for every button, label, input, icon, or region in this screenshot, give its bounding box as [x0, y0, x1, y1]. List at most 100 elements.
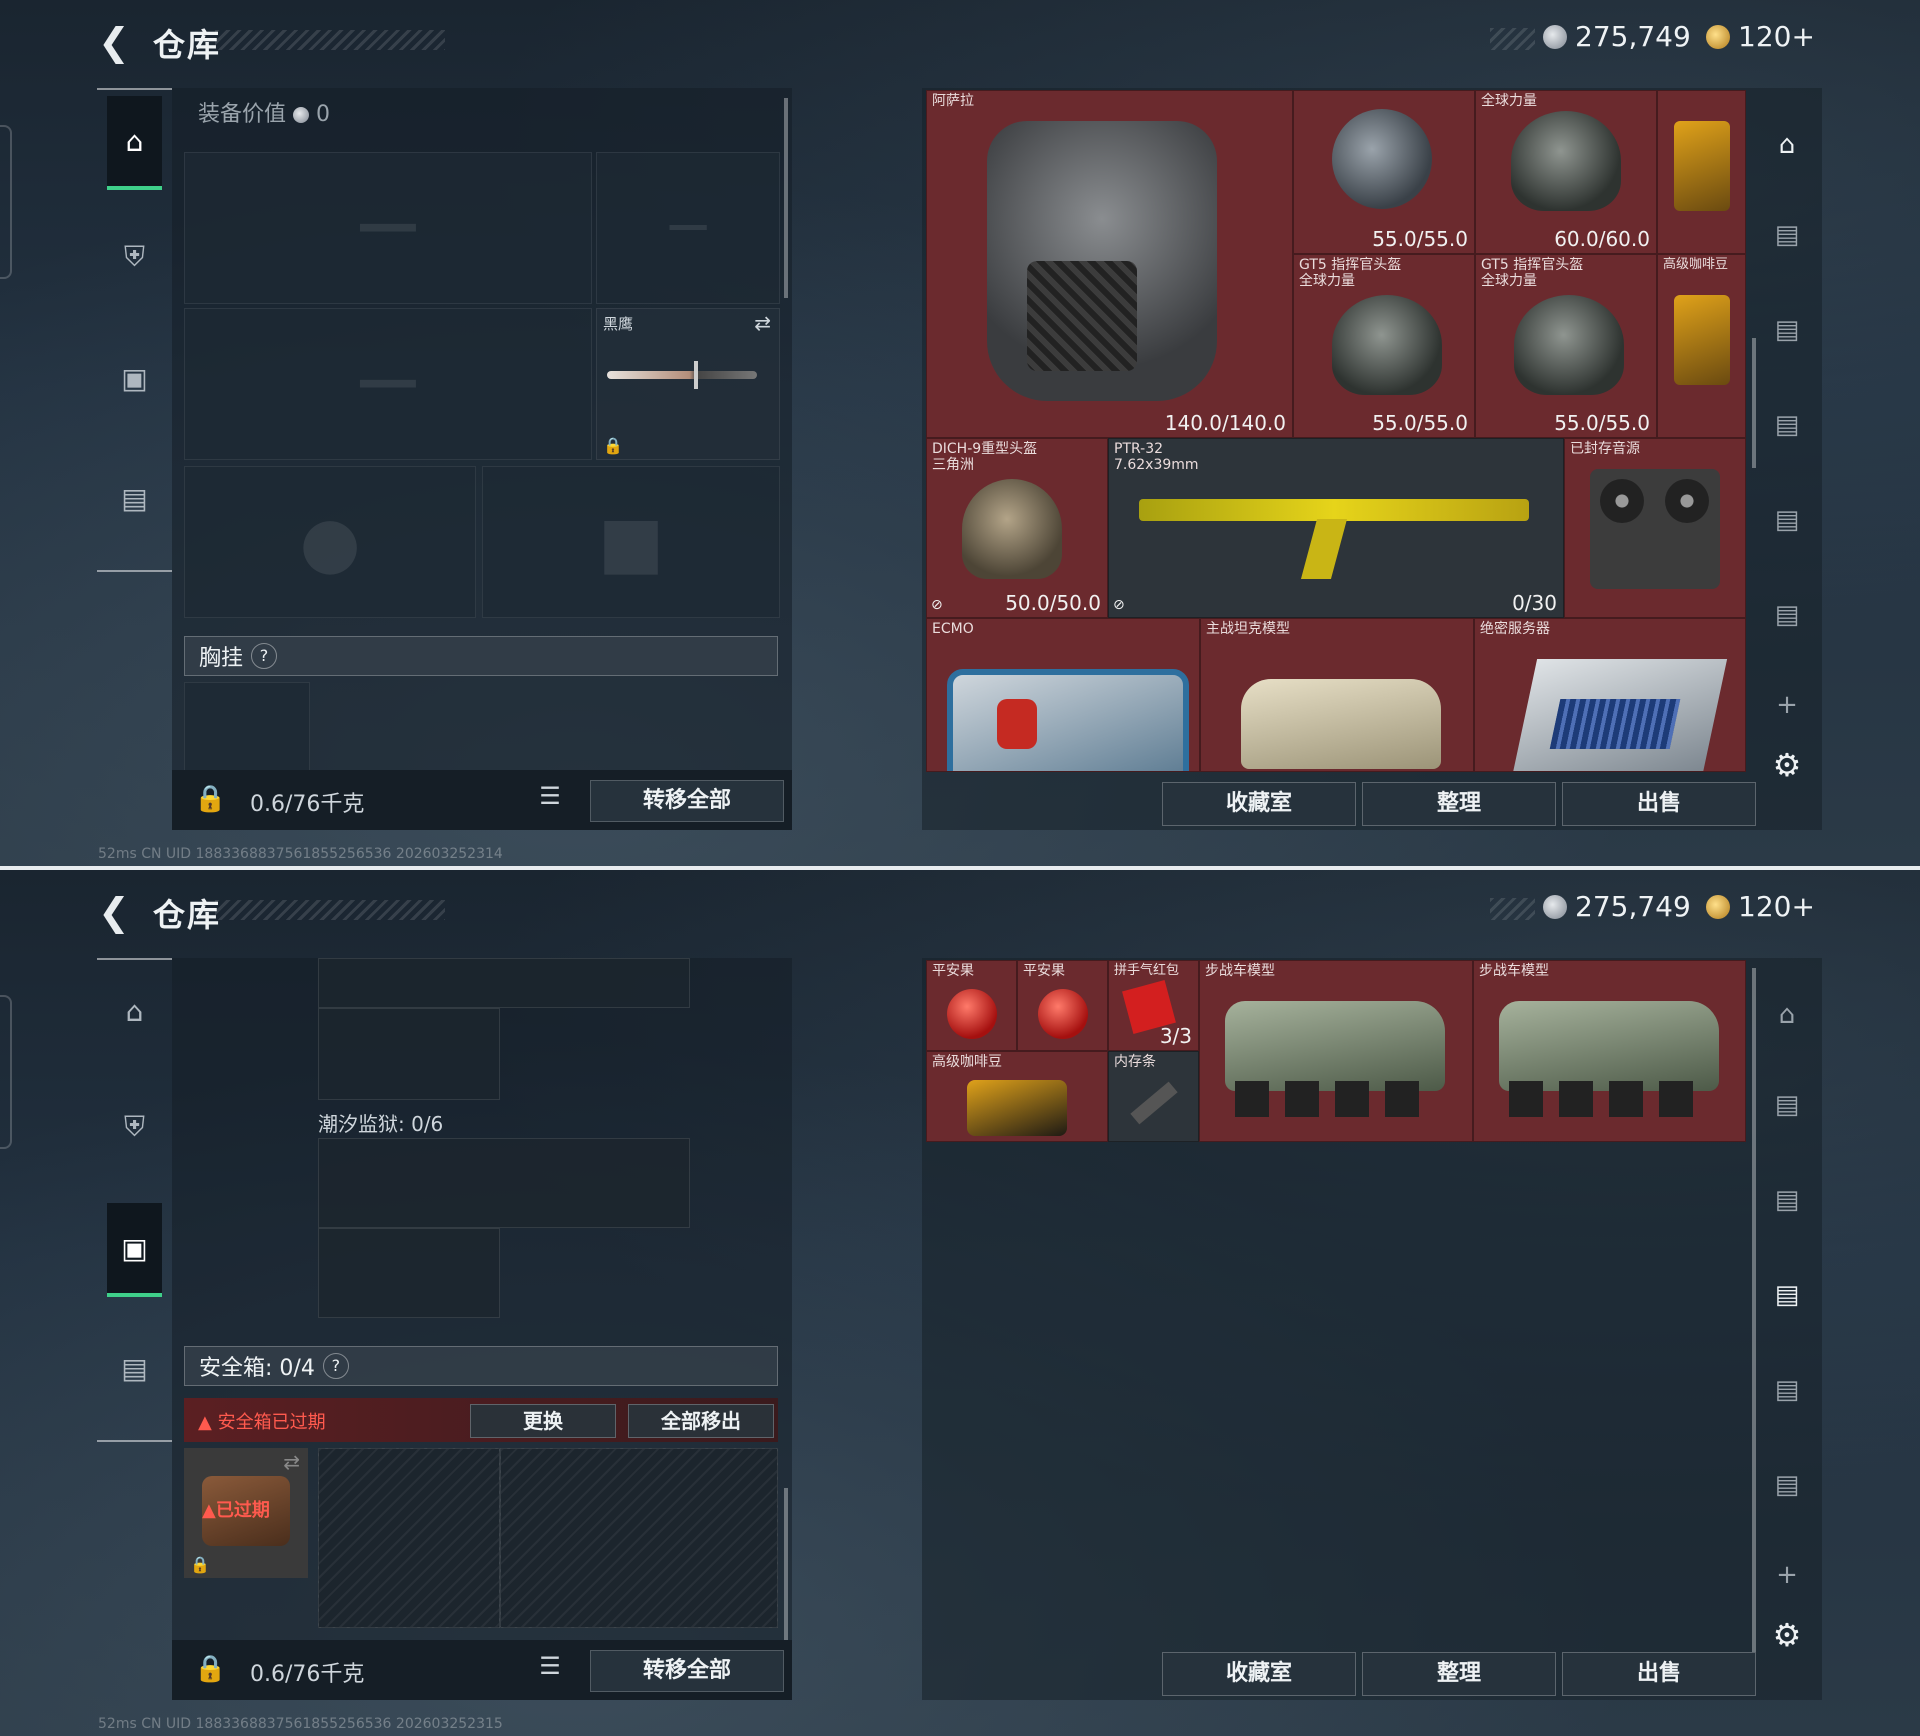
swap-icon[interactable]: ⇄ — [754, 311, 771, 335]
container-grid[interactable] — [318, 1228, 500, 1318]
stash-item[interactable]: 步战车模型 — [1199, 960, 1473, 1142]
melee-slot[interactable]: 黑鹰 ⇄ 🔒 — [596, 308, 780, 460]
stash-page-icon[interactable]: ▤ — [1760, 493, 1814, 547]
tab-backpack[interactable]: ▣ — [107, 333, 162, 423]
stash-item[interactable]: PTR-32 7.62x39mm ⊘ 0/30 — [1108, 438, 1564, 618]
back-arrow-icon[interactable]: ❮ — [98, 20, 130, 64]
list-icon[interactable]: ☰ — [532, 782, 568, 818]
list-icon[interactable]: ☰ — [532, 1652, 568, 1688]
apple-image — [947, 989, 997, 1039]
equipment-value-amount: 0 — [316, 102, 331, 127]
loadout-panel: 装备价值 0 ─ ─ ─ 黑鹰 ⇄ 🔒 ● ■ 胸挂 ? — [172, 88, 792, 830]
organize-button[interactable]: 整理 — [1362, 1652, 1556, 1696]
chest-rig-label: 胸挂 — [199, 646, 244, 671]
help-icon[interactable]: ? — [322, 1353, 349, 1379]
stash-page-icon[interactable]: ▤ — [1760, 1458, 1814, 1512]
stash-item[interactable]: 平安果 — [926, 960, 1017, 1051]
item-name: GT5 指挥官头盔 — [1299, 257, 1402, 273]
stash-item[interactable]: 平安果 — [1017, 960, 1108, 1051]
stash-item[interactable]: ECMO — [926, 618, 1200, 772]
sell-button[interactable]: 出售 — [1562, 1652, 1756, 1696]
tab-briefcase[interactable]: ▤ — [107, 453, 162, 543]
tab-backpack[interactable]: ▣ — [107, 1203, 162, 1297]
move-all-out-button[interactable]: 全部移出 — [628, 1404, 774, 1438]
settings-gear-icon[interactable]: ⚙ — [1760, 738, 1814, 792]
safebox-slot[interactable]: ⇄ ▲已过期 🔒 — [184, 1448, 308, 1578]
side-edge-tab[interactable] — [0, 125, 12, 279]
stash-item[interactable]: 步战车模型 — [1473, 960, 1746, 1142]
stash-page-icon[interactable]: ▤ — [1760, 303, 1814, 357]
stash-side-tabs: ⌂ ▤ ▤ ▤ ▤ ▤ + ⚙ — [1752, 958, 1822, 1700]
container-grid[interactable] — [318, 1008, 500, 1100]
settings-gear-icon[interactable]: ⚙ — [1760, 1608, 1814, 1662]
stash-item[interactable]: GT5 指挥官头盔 全球力量 55.0/55.0 — [1293, 254, 1475, 438]
organize-button[interactable]: 整理 — [1362, 782, 1556, 826]
help-icon[interactable]: ? — [251, 643, 278, 669]
primary-weapon-slot[interactable]: ─ — [184, 152, 592, 304]
tab-weapons[interactable]: ⌂ — [107, 96, 162, 190]
collection-button[interactable]: 收藏室 — [1162, 1652, 1356, 1696]
back-arrow-icon[interactable]: ❮ — [98, 890, 130, 934]
transfer-all-button[interactable]: 转移全部 — [590, 1650, 784, 1692]
lock-icon: 🔒 — [190, 1555, 210, 1574]
gold-amount: 120+ — [1738, 890, 1815, 923]
tab-weapons[interactable]: ⌂ — [107, 966, 162, 1056]
pistol-slot[interactable]: ─ — [596, 152, 780, 304]
stash-item[interactable]: 内存条 — [1108, 1051, 1199, 1142]
helmet-slot[interactable]: ● — [184, 466, 476, 618]
item-name: 步战车模型 — [1479, 963, 1549, 979]
collection-button[interactable]: 收藏室 — [1162, 782, 1356, 826]
stash-home-icon[interactable]: ⌂ — [1760, 988, 1814, 1042]
silver-coin-icon — [293, 107, 310, 123]
stash-item[interactable]: 全球力量 60.0/60.0 — [1475, 90, 1657, 254]
container-grid[interactable] — [318, 1138, 690, 1228]
container-grid[interactable] — [318, 958, 690, 1008]
secondary-weapon-slot[interactable]: ─ — [184, 308, 592, 460]
swap-icon[interactable]: ⇄ — [283, 1450, 300, 1474]
stash-page-icon[interactable]: ▤ — [1760, 1363, 1814, 1417]
server-board-image — [1549, 699, 1681, 749]
tab-armor[interactable]: ⛨ — [107, 1082, 162, 1172]
stash-page-icon[interactable]: ▤ — [1760, 208, 1814, 262]
transfer-all-button[interactable]: 转移全部 — [590, 780, 784, 822]
stash-page-icon[interactable]: ▤ — [1760, 1078, 1814, 1132]
stash-item[interactable] — [1657, 90, 1746, 254]
add-page-icon[interactable]: + — [1760, 1548, 1814, 1602]
tab-briefcase[interactable]: ▤ — [107, 1323, 162, 1413]
tab-armor[interactable]: ⛨ — [107, 212, 162, 302]
safebox-label: 安全箱: 0/4 — [199, 1356, 315, 1381]
item-name: 平安果 — [932, 963, 974, 979]
briefcase-icon: ▤ — [121, 1351, 148, 1385]
stash-item[interactable]: 拼手气红包 3/3 — [1108, 960, 1199, 1051]
armor-slot[interactable]: ■ — [482, 466, 780, 618]
sell-button[interactable]: 出售 — [1562, 782, 1756, 826]
knife-image — [607, 371, 757, 379]
nav-divider — [97, 88, 172, 90]
stash-page-icon[interactable]: ▤ — [1760, 1173, 1814, 1227]
stash-page-icon[interactable]: ▤ — [1760, 1268, 1814, 1322]
stash-page-icon[interactable]: ▤ — [1760, 398, 1814, 452]
stash-item[interactable]: 高级咖啡豆 — [926, 1051, 1108, 1142]
loadout-scrollbar[interactable] — [784, 98, 788, 298]
stash-home-icon[interactable]: ⌂ — [1760, 118, 1814, 172]
gold-currency[interactable]: 120+ — [1706, 890, 1815, 923]
stash-page-icon[interactable]: ▤ — [1760, 588, 1814, 642]
stash-item[interactable]: 阿萨拉 140.0/140.0 — [926, 90, 1293, 438]
stash-item[interactable]: DICH-9重型头盔 三角洲 ⊘ 50.0/50.0 — [926, 438, 1108, 618]
stash-item[interactable]: 已封存音源 — [1564, 438, 1746, 618]
side-edge-tab[interactable] — [0, 995, 12, 1149]
stash-item[interactable]: 绝密服务器 — [1474, 618, 1746, 772]
stash-item[interactable]: GT5 指挥官头盔 全球力量 55.0/55.0 — [1475, 254, 1657, 438]
lock-icon[interactable]: 🔒 — [194, 1654, 226, 1684]
currency-decoration — [1490, 28, 1535, 50]
rifle-silhouette-icon: ─ — [360, 175, 416, 281]
stash-item[interactable]: 主战坦克模型 — [1200, 618, 1474, 772]
gun-icon: ⌂ — [125, 994, 144, 1028]
chest-rig-slot[interactable] — [184, 682, 310, 774]
stash-item[interactable]: 55.0/55.0 — [1293, 90, 1475, 254]
lock-icon[interactable]: 🔒 — [194, 784, 226, 814]
add-page-icon[interactable]: + — [1760, 678, 1814, 732]
gold-currency[interactable]: 120+ — [1706, 20, 1815, 53]
stash-item[interactable]: 高级咖啡豆 — [1657, 254, 1746, 438]
replace-button[interactable]: 更换 — [470, 1404, 616, 1438]
